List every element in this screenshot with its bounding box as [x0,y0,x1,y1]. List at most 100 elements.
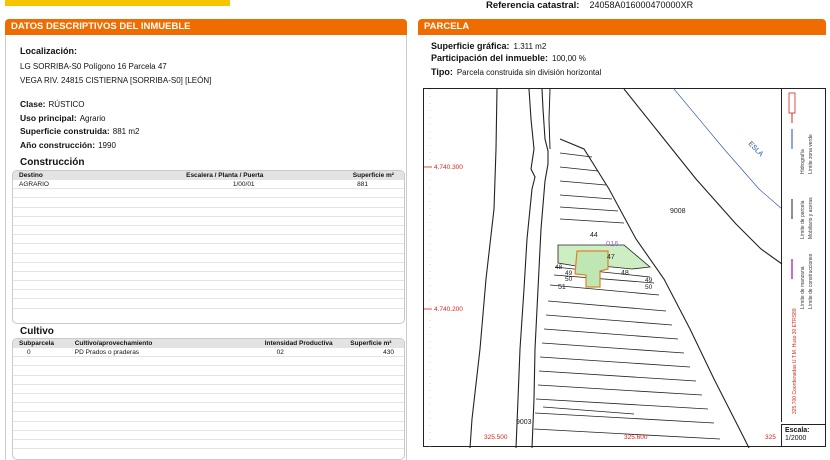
cell-destino: AGRARIO [19,181,49,188]
construccion-table-header: Destino Escalera / Planta / Puerta Super… [13,171,404,180]
tipo-value: Parcela construida sin división horizont… [456,68,602,77]
river-name-label: ESLA [747,140,765,158]
parcel-label: 44 [590,232,598,239]
map-scale: Escala: 1/2000 [781,424,825,446]
parcel-label: 49 [645,277,653,284]
parcela-section-header: PARCELA [418,19,826,35]
road-edge-line [548,88,551,150]
cell-intensidad: 02 [276,349,284,356]
anio-label: Año construcción: [20,140,96,150]
parcel-label: 50 [645,284,653,291]
table-row: AGRARIO 1/00/01 881 [13,180,404,190]
col-escalera: Escalera / Planta / Puerta [186,172,264,179]
table-row-empty [13,376,404,385]
ref-label: Referencia catastral: [486,0,580,11]
table-row-empty [13,366,404,376]
parcel-label: 9008 [670,208,686,215]
col-superficie-cultivo: Superficie m² [350,340,392,347]
building-footprint [574,250,609,288]
superficie-field: Superficie construida: 881 m2 [20,126,139,137]
tipo-field: Tipo: Parcela construida sin división hor… [431,67,601,78]
parcel-label: 48 [555,264,563,271]
ref-value: 24058A016000470000XR [589,0,694,10]
sup-grafica-label: Superficie gráfica: [431,41,510,51]
legend-item-hidrografia: Hidrografía [800,149,806,174]
legend-item-construcciones: Límite de construcciones [808,253,814,309]
table-row-empty [13,263,404,272]
cadastral-map-svg: 44 016 47 48 49 50 51 48 49 50 9008 9003… [424,88,783,449]
legend-item-limite-manzana: Límite de manzana [800,266,806,309]
cell-superficie: 881 [357,181,368,188]
inmueble-header-prefix: DATOS DESCRIPTIVOS DEL [11,21,141,32]
superficie-label: Superficie construida: [20,126,110,136]
table-row-empty [13,254,404,263]
scale-value: 1/2000 [785,435,807,442]
coordinates-caption: 325.700 Coordenadas U.T.M. Huso 30 ETRS8… [792,308,798,414]
map-legend: Hidrografía Límite zona verde Límite de … [781,89,825,422]
parcel-stripes [533,152,721,440]
parcel-label: 50 [565,276,573,283]
cell-superficie-cultivo: 430 [383,349,394,356]
clase-value: RÚSTICO [48,100,85,109]
construccion-table: Destino Escalera / Planta / Puerta Super… [12,170,405,324]
participacion-value: 100,00 % [552,54,586,63]
x-coordinate-label: 325.500 [484,434,508,441]
col-destino: Destino [19,172,43,179]
uso-field: Uso principal: Agrario [20,113,105,124]
anio-field: Año construcción: 1990 [20,140,116,151]
table-row-empty [13,431,404,440]
table-row-empty [13,412,404,422]
table-row-empty [13,299,404,309]
table-row-empty [13,440,404,450]
table-row-empty [13,235,404,245]
parcel-map: 44 016 47 48 49 50 51 48 49 50 9008 9003… [423,88,826,449]
table-row-empty [13,403,404,413]
table-row-empty [13,198,404,208]
col-intensidad: Intensidad Productiva [264,340,333,347]
table-row-empty [13,244,404,254]
construccion-title: Construcción [20,157,85,168]
polygon-number-label: 016 [606,239,619,248]
superficie-grafica-field: Superficie gráfica: 1.311 m2 [431,41,546,52]
cultivo-table: Subparcela Cultivo/aprovechamiento Inten… [12,338,405,460]
river-bank-line [623,88,783,265]
col-superficie: Superficie m² [352,172,394,179]
participacion-label: Participación del inmueble: [431,53,549,63]
cell-subparcela: 0 [27,349,31,356]
superficie-value: 881 m2 [112,127,140,136]
table-row-empty [13,226,404,236]
x-coordinate-label: 325.600 [624,434,648,441]
table-row-empty [13,394,404,404]
parcel-label-47: 47 [607,254,615,261]
inmueble-section-header: DATOS DESCRIPTIVOS DEL INMUEBLE [5,19,407,35]
inmueble-header-bold: INMUEBLE [140,21,191,32]
cell-cultivo: PD Prados o praderas [74,349,140,356]
cultivo-title: Cultivo [20,326,54,337]
uso-label: Uso principal: [20,113,77,123]
parcel-label: 48 [621,270,629,277]
table-row: 0 PD Prados o praderas 02 430 [13,348,404,358]
clase-field: Clase: RÚSTICO [20,99,85,110]
table-row-empty [13,422,404,431]
brand-accent-bar [5,0,230,6]
legend-item-zona-verde: Límite zona verde [808,134,814,174]
col-cultivo: Cultivo/aprovechamiento [74,340,153,347]
road-boundary-line [469,88,498,449]
participacion-field: Participación del inmueble: 100,00 % [431,53,586,64]
address-line-2: VEGA RIV. 24815 CISTIERNA [SORRIBA-S0] [… [20,76,212,85]
road-edge-line [515,88,536,449]
legend-item-limite-parcela: Límite de parcela [800,200,806,239]
table-row-empty [13,281,404,291]
cultivo-table-header: Subparcela Cultivo/aprovechamiento Inten… [13,339,404,348]
scale-label: Escala: [785,427,810,434]
parcel-label: 51 [558,284,566,291]
y-coordinate-label: 4.740.300 [434,164,463,171]
table-row-empty [13,385,404,394]
parcela-header-title: PARCELA [424,21,470,32]
y-coordinate-label: 4.740.200 [434,306,463,313]
localizacion-label: Localización: [20,46,78,56]
address-line-1: LG SORRIBA-S0 Polígono 16 Parcela 47 [20,62,167,71]
north-arrow-icon [788,92,796,114]
legend-item-mobiliario: Mobiliario y aceras [808,197,814,239]
table-row-empty [13,189,404,199]
